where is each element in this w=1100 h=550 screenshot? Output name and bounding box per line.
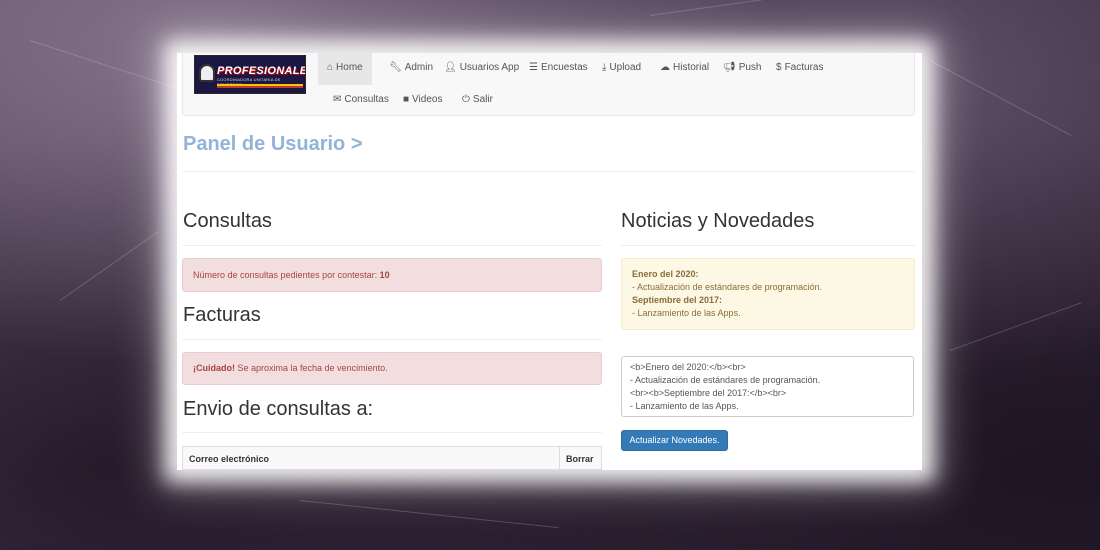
logo-stripe xyxy=(217,86,303,88)
logo-title: PROFESIONALES xyxy=(217,65,306,77)
nav-historial[interactable]: ☁ Historial xyxy=(651,53,718,85)
nav-videos[interactable]: ■ Videos xyxy=(394,85,451,117)
actualizar-novedades-button[interactable]: Actualizar Novedades. xyxy=(621,430,728,451)
nav-home[interactable]: ⌂ Home xyxy=(318,53,372,85)
navbar: PROFESIONALES COORDINADORA UNITARIA DE B… xyxy=(182,53,915,116)
divider xyxy=(182,171,915,172)
nav-usuarios-app[interactable]: 👤︎ Usuarios App xyxy=(435,53,528,85)
page-title: Panel de Usuario > xyxy=(183,133,363,155)
nav-encuestas[interactable]: ☰ Encuestas xyxy=(520,53,597,85)
divider xyxy=(621,245,915,246)
envelope-icon: ✉ xyxy=(333,94,342,105)
news-date: Septiembre del 2017: xyxy=(632,295,723,305)
power-icon: ⏻ xyxy=(462,94,470,105)
email-table-header: Correo electrónico Borrar xyxy=(182,446,602,470)
app-window: PROFESIONALES COORDINADORA UNITARIA DE B… xyxy=(177,53,922,470)
bullhorn-icon: 📢︎ xyxy=(723,62,736,73)
brand-logo[interactable]: PROFESIONALES COORDINADORA UNITARIA DE B… xyxy=(194,55,306,94)
divider xyxy=(182,339,602,340)
dollar-icon: $ xyxy=(776,62,782,73)
nav-admin[interactable]: 🔧︎ Admin xyxy=(380,53,442,85)
list-icon: ☰ xyxy=(529,62,538,73)
facturas-alert-text: Se aproxima la fecha de vencimiento. xyxy=(235,363,388,373)
news-entry: Septiembre del 2017: xyxy=(632,294,904,307)
consultas-pending-count: 10 xyxy=(379,270,390,280)
column-header-borrar: Borrar xyxy=(559,447,603,470)
nav-facturas[interactable]: $ Facturas xyxy=(767,53,832,85)
news-entry: Enero del 2020: xyxy=(632,268,904,281)
divider xyxy=(182,245,602,246)
download-icon: ⤓ xyxy=(602,62,607,73)
user-icon: 👤︎ xyxy=(444,62,457,73)
consultas-heading: Consultas xyxy=(183,210,272,232)
facturas-alert-bold: ¡Cuidado! xyxy=(193,363,235,373)
column-header-email: Correo electrónico xyxy=(189,454,270,464)
cloud-icon: ☁ xyxy=(660,62,670,73)
consultas-alert-text: Número de consultas pedientes por contes… xyxy=(193,270,380,280)
news-date: Enero del 2020: xyxy=(632,269,699,279)
facturas-alert: ¡Cuidado! Se aproxima la fecha de vencim… xyxy=(182,352,602,385)
consultas-alert: Número de consultas pedientes por contes… xyxy=(182,258,602,292)
nav-push[interactable]: 📢︎ Push xyxy=(714,53,771,85)
nav-salir[interactable]: ⏻ Salir xyxy=(453,85,502,117)
novedades-textarea[interactable]: <b>Enero del 2020:</b><br> - Actualizaci… xyxy=(621,356,914,417)
noticias-box: Enero del 2020: - Actualización de están… xyxy=(621,258,915,330)
helmet-icon xyxy=(199,64,215,82)
news-text: - Actualización de estándares de program… xyxy=(632,282,823,292)
news-text: - Lanzamiento de las Apps. xyxy=(632,308,741,318)
nav-consultas[interactable]: ✉ Consultas xyxy=(324,85,398,117)
wrench-icon: 🔧︎ xyxy=(389,62,402,73)
envio-heading: Envio de consultas a: xyxy=(183,398,374,420)
video-camera-icon: ■ xyxy=(403,94,410,105)
facturas-heading: Facturas xyxy=(183,304,261,326)
home-icon: ⌂ xyxy=(327,62,334,73)
noticias-heading: Noticias y Novedades xyxy=(621,210,815,232)
nav-upload[interactable]: ⤓ Upload xyxy=(593,53,650,85)
divider xyxy=(182,432,602,433)
